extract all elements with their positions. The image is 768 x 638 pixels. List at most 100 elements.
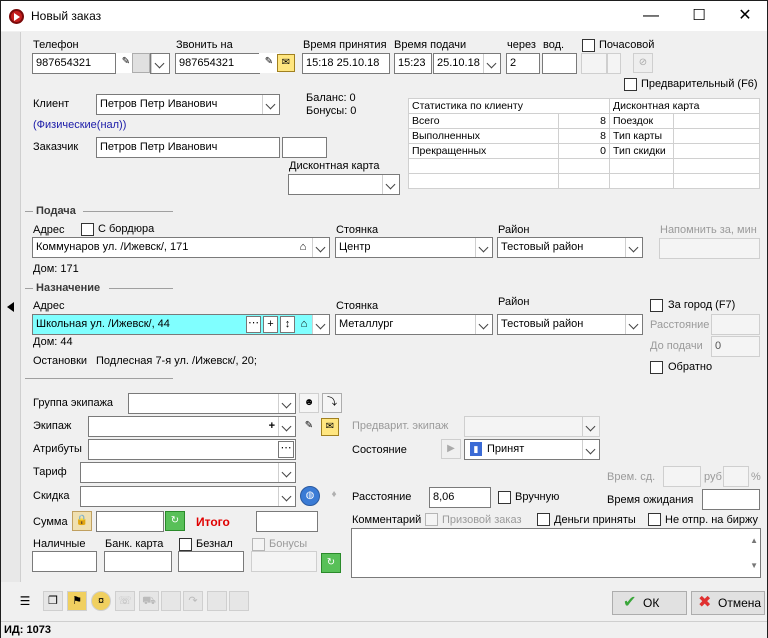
destination-parking-select[interactable]: Металлург (335, 314, 493, 335)
manual-checkbox[interactable] (498, 491, 511, 504)
cashless-checkbox[interactable] (179, 538, 192, 551)
hourly-checkbox[interactable] (582, 39, 595, 52)
comment-textarea[interactable]: ▲ ▼ (351, 528, 761, 578)
prize-checkbox[interactable] (425, 513, 438, 526)
customer-input[interactable]: Петров Петр Иванович (96, 137, 280, 158)
customer-extra-input[interactable] (282, 137, 327, 158)
sms-envelope-icon[interactable]: ✉ (277, 54, 295, 72)
attributes-input[interactable]: ⋯ (88, 439, 296, 460)
collapse-arrow-icon[interactable] (7, 302, 14, 312)
serve-time-label: Время подачи (394, 39, 467, 51)
taxi-icon[interactable]: ⚑ (67, 591, 87, 611)
driver-search-icon[interactable]: ☻ (299, 393, 319, 413)
toolbar-button[interactable] (229, 591, 249, 611)
redo-icon[interactable]: ↷ (183, 591, 203, 611)
remind-input[interactable] (659, 238, 760, 259)
crew-select[interactable]: + (88, 416, 296, 437)
toolbar-button[interactable] (161, 591, 181, 611)
home-icon[interactable]: ⌂ (295, 238, 311, 257)
discount-select[interactable] (80, 486, 296, 507)
home-icon[interactable]: ⌂ (296, 315, 312, 334)
hourly-clock-icon[interactable]: ⊘ (633, 53, 653, 73)
client-select[interactable]: Петров Петр Иванович (96, 94, 280, 115)
serve-time-input[interactable]: 15:23 (394, 53, 432, 74)
copy-icon[interactable]: ❐ (43, 591, 63, 611)
wait-input[interactable] (702, 489, 760, 510)
scroll-up-icon[interactable]: ▲ (750, 531, 758, 550)
crew-assign-icon[interactable]: ⤵ (322, 393, 342, 413)
pickup-parking-select[interactable]: Центр (335, 237, 493, 258)
phone-icon[interactable]: ☏ (115, 591, 135, 611)
call-edit-icon[interactable]: ✎ (259, 53, 279, 73)
to-pickup-input[interactable]: 0 (711, 336, 760, 357)
preliminary-checkbox[interactable] (624, 78, 637, 91)
lock-icon[interactable]: 🔒 (72, 511, 92, 531)
crew-message-icon[interactable]: ✉ (321, 418, 339, 436)
no-exchange-checkbox[interactable] (648, 513, 661, 526)
add-stop-icon[interactable]: + (263, 316, 278, 333)
destination-district-select[interactable]: Тестовый район (497, 314, 643, 335)
driver-input[interactable] (542, 53, 577, 74)
phone-input[interactable]: 987654321 (32, 53, 116, 74)
add-crew-icon[interactable]: + (269, 417, 275, 436)
hours-input[interactable] (581, 53, 607, 74)
maximize-button[interactable]: ☐ (676, 1, 722, 31)
accept-time-input[interactable]: 15:18 25.10.18 (302, 53, 390, 74)
swap-icon[interactable]: ↕ (280, 316, 295, 333)
recalc-icon[interactable]: ↻ (165, 511, 185, 531)
close-button[interactable]: ✕ (722, 1, 768, 31)
pickup-address-input[interactable]: Коммунаров ул. /Ижевск/, 171 ⌂ (32, 237, 330, 258)
pickup-district-select[interactable]: Тестовый район (497, 237, 643, 258)
discount-card-select[interactable] (288, 174, 400, 195)
total-input[interactable] (256, 511, 318, 532)
manual-label: Вручную (515, 491, 560, 503)
cashless-input[interactable] (178, 551, 244, 572)
prelim-crew-select[interactable] (464, 416, 600, 437)
bonuses-input[interactable] (251, 551, 317, 572)
more-icon[interactable]: ⋯ (246, 316, 261, 333)
cancel-button[interactable]: ✖ Отмена (691, 591, 765, 615)
crew-edit-icon[interactable]: ✎ (299, 417, 319, 437)
tariff-select[interactable] (80, 462, 296, 483)
percent-input[interactable] (723, 466, 749, 487)
hours-spinner[interactable] (607, 53, 621, 74)
wait-label: Время ожидания (607, 494, 694, 506)
minimize-button[interactable]: — (628, 1, 674, 31)
serve-date-picker[interactable]: 25.10.18 (433, 53, 501, 74)
from-curb-checkbox[interactable] (81, 223, 94, 236)
call-input[interactable]: 987654321 (175, 53, 260, 74)
bonuses-refresh-icon[interactable]: ↻ (321, 553, 341, 573)
scroll-down-icon[interactable]: ▼ (750, 556, 758, 575)
sum-input[interactable] (96, 511, 164, 532)
distance-input[interactable]: 8,06 (429, 487, 491, 508)
crew-group-select[interactable] (128, 393, 296, 414)
crew-label: Экипаж (33, 420, 72, 432)
ok-button[interactable]: ✔ ОК (612, 591, 687, 615)
coin-icon[interactable]: ¤ (91, 591, 111, 611)
play-icon[interactable]: ▶ (441, 439, 461, 459)
attributes-more-icon[interactable]: ⋯ (278, 441, 294, 458)
money-checkbox[interactable] (537, 513, 550, 526)
collapse-strip[interactable] (1, 32, 21, 582)
cash-input[interactable] (32, 551, 97, 572)
list-icon[interactable]: ☰ (15, 591, 35, 611)
distance-out-input[interactable] (711, 314, 760, 335)
out-of-town-checkbox[interactable] (650, 299, 663, 312)
globe-icon[interactable]: ◍ (300, 486, 320, 506)
phone-dropdown[interactable] (150, 53, 170, 74)
state-label: Состояние (352, 444, 407, 456)
wait-time-input[interactable] (663, 466, 701, 487)
discount-extra-icon[interactable]: ♦ (324, 486, 344, 506)
client-type-link[interactable]: (Физические(нал)) (33, 119, 126, 131)
phone-extra-button[interactable] (132, 53, 150, 73)
destination-address-label: Адрес (33, 300, 65, 312)
state-select[interactable]: ▮ Принят (464, 439, 600, 460)
destination-address-input[interactable]: Школьная ул. /Ижевск/, 44 ⋯ + ↕ ⌂ (32, 314, 330, 335)
car-icon[interactable]: ⛟ (139, 591, 159, 611)
toolbar-button[interactable] (207, 591, 227, 611)
out-of-town-label: За город (F7) (668, 299, 736, 311)
bank-card-input[interactable] (104, 551, 172, 572)
bonuses-checkbox[interactable] (252, 538, 265, 551)
back-checkbox[interactable] (650, 361, 663, 374)
after-input[interactable]: 2 (506, 53, 540, 74)
